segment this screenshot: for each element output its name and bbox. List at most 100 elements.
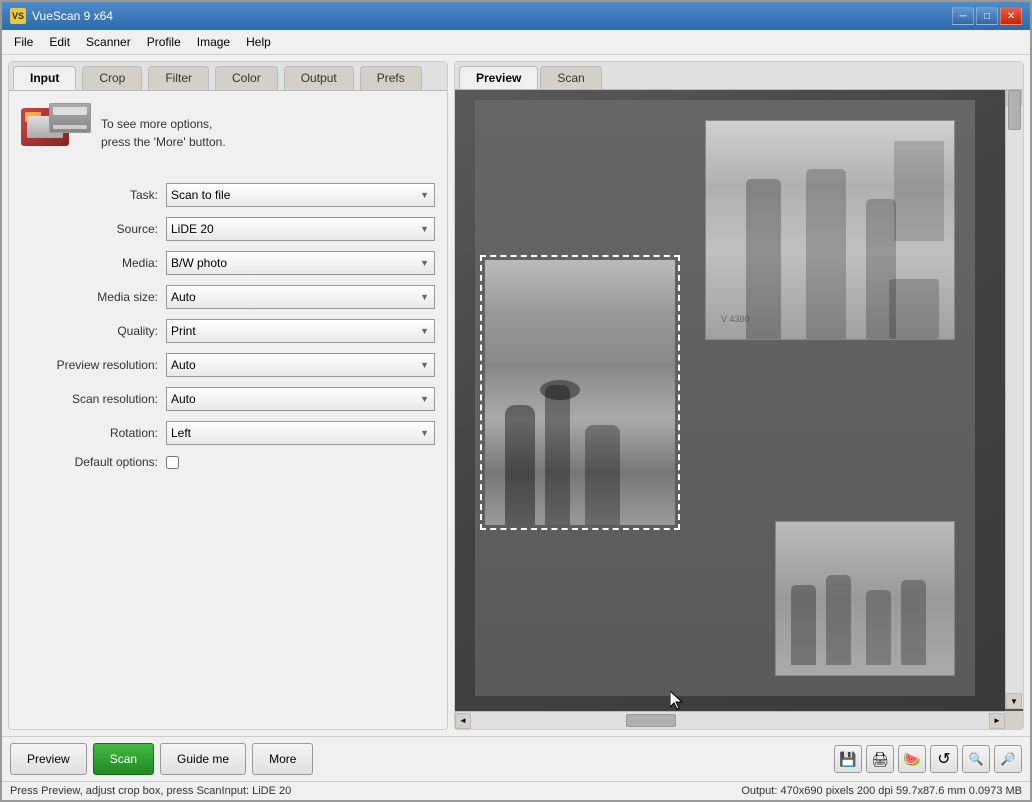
rotate-icon: ↺ — [937, 749, 950, 769]
title-bar: VS VueScan 9 x64 ─ □ ✕ — [2, 2, 1030, 30]
tab-content-input: To see more options,press the 'More' but… — [9, 91, 447, 729]
media-row: Media: B/W photo — [21, 251, 435, 275]
task-select-wrapper: Scan to file — [166, 183, 435, 207]
media-select[interactable]: B/W photo — [166, 251, 435, 275]
preview-area[interactable]: V 4380 — [455, 90, 1023, 729]
toolbar-icons: 💾 🖨 🍉 ↺ 🔍 🔎 — [834, 745, 1022, 773]
vertical-scrollbar[interactable]: ▲ ▼ — [1005, 90, 1023, 709]
menu-file[interactable]: File — [6, 32, 41, 52]
preview-res-select-wrapper: Auto — [166, 353, 435, 377]
zoom-out-icon: 🔍 — [969, 752, 984, 766]
app-icon: VS — [10, 8, 26, 24]
menu-scanner[interactable]: Scanner — [78, 32, 139, 52]
rotate-icon-button[interactable]: ↺ — [930, 745, 958, 773]
color-icon-button[interactable]: 🍉 — [898, 745, 926, 773]
tab-crop[interactable]: Crop — [82, 66, 142, 90]
rotation-select-wrapper: Left — [166, 421, 435, 445]
hint-box: To see more options,press the 'More' but… — [21, 103, 435, 163]
zoom-in-icon: 🔎 — [1001, 752, 1016, 766]
default-options-label: Default options: — [21, 455, 166, 469]
photo3 — [775, 521, 955, 676]
crop-border[interactable] — [480, 255, 680, 530]
scan-bed: V 4380 — [455, 90, 1005, 711]
zoom-out-button[interactable]: 🔍 — [962, 745, 990, 773]
hint-icon — [21, 103, 91, 163]
rotation-row: Rotation: Left — [21, 421, 435, 445]
window-title: VueScan 9 x64 — [32, 9, 952, 23]
horizontal-scrollbar[interactable]: ◄ ► — [455, 711, 1005, 729]
task-row: Task: Scan to file — [21, 183, 435, 207]
tab-prefs[interactable]: Prefs — [360, 66, 422, 90]
preview-tabs: Preview Scan — [455, 62, 1023, 90]
tab-preview[interactable]: Preview — [459, 66, 538, 89]
scan-res-label: Scan resolution: — [21, 392, 166, 406]
more-button[interactable]: More — [252, 743, 313, 775]
preview-button[interactable]: Preview — [10, 743, 87, 775]
preview-res-select[interactable]: Auto — [166, 353, 435, 377]
rotation-label: Rotation: — [21, 426, 166, 440]
zoom-in-button[interactable]: 🔎 — [994, 745, 1022, 773]
scrollbar-corner — [1005, 711, 1023, 729]
maximize-button[interactable]: □ — [976, 7, 998, 25]
left-panel: Input Crop Filter Color Output Prefs — [8, 61, 448, 730]
mediasize-label: Media size: — [21, 290, 166, 304]
scan-res-select-wrapper: Auto — [166, 387, 435, 411]
tab-color[interactable]: Color — [215, 66, 278, 90]
quality-select-wrapper: Print — [166, 319, 435, 343]
right-panel: Preview Scan — [454, 61, 1024, 730]
mediasize-row: Media size: Auto — [21, 285, 435, 309]
tab-scan[interactable]: Scan — [540, 66, 601, 89]
mediasize-select-wrapper: Auto — [166, 285, 435, 309]
menu-profile[interactable]: Profile — [139, 32, 189, 52]
menu-bar: File Edit Scanner Profile Image Help — [2, 30, 1030, 55]
left-tabs: Input Crop Filter Color Output Prefs — [9, 62, 447, 91]
tab-input[interactable]: Input — [13, 66, 76, 90]
media-label: Media: — [21, 256, 166, 270]
source-row: Source: LiDE 20 — [21, 217, 435, 241]
main-window: VS VueScan 9 x64 ─ □ ✕ File Edit Scanner… — [0, 0, 1032, 802]
menu-edit[interactable]: Edit — [41, 32, 78, 52]
quality-select[interactable]: Print — [166, 319, 435, 343]
default-options-row: Default options: — [21, 455, 435, 469]
status-input: Input: LiDE 20 — [222, 785, 292, 797]
default-options-checkbox[interactable] — [166, 456, 179, 469]
guide-button[interactable]: Guide me — [160, 743, 246, 775]
scan-button[interactable]: Scan — [93, 743, 154, 775]
minimize-button[interactable]: ─ — [952, 7, 974, 25]
status-bar: Press Preview, adjust crop box, press Sc… — [2, 781, 1030, 800]
task-select[interactable]: Scan to file — [166, 183, 435, 207]
photo2: V 4380 — [705, 120, 955, 340]
scan-page: V 4380 — [475, 100, 975, 696]
scrollbar-thumb-horizontal[interactable] — [626, 714, 676, 727]
status-right: Output: 470x690 pixels 200 dpi 59.7x87.6… — [741, 785, 1022, 797]
print-icon-button[interactable]: 🖨 — [866, 745, 894, 773]
quality-row: Quality: Print — [21, 319, 435, 343]
close-button[interactable]: ✕ — [1000, 7, 1022, 25]
scan-res-row: Scan resolution: Auto — [21, 387, 435, 411]
bottom-bar: Preview Scan Guide me More 💾 🖨 🍉 ↺ 🔍 — [2, 736, 1030, 781]
quality-label: Quality: — [21, 324, 166, 338]
color-adjust-icon: 🍉 — [903, 751, 920, 768]
rotation-select[interactable]: Left — [166, 421, 435, 445]
window-controls: ─ □ ✕ — [952, 7, 1022, 25]
print-icon: 🖨 — [871, 751, 889, 768]
main-area: Input Crop Filter Color Output Prefs — [2, 55, 1030, 736]
preview-res-label: Preview resolution: — [21, 358, 166, 372]
tab-output[interactable]: Output — [284, 66, 354, 90]
source-select[interactable]: LiDE 20 — [166, 217, 435, 241]
media-select-wrapper: B/W photo — [166, 251, 435, 275]
tab-filter[interactable]: Filter — [148, 66, 209, 90]
source-select-wrapper: LiDE 20 — [166, 217, 435, 241]
save-icon: 💾 — [839, 751, 856, 768]
menu-image[interactable]: Image — [189, 32, 238, 52]
scrollbar-thumb-vertical[interactable] — [1008, 90, 1021, 130]
preview-res-row: Preview resolution: Auto — [21, 353, 435, 377]
task-label: Task: — [21, 188, 166, 202]
mediasize-select[interactable]: Auto — [166, 285, 435, 309]
scan-res-select[interactable]: Auto — [166, 387, 435, 411]
save-icon-button[interactable]: 💾 — [834, 745, 862, 773]
menu-help[interactable]: Help — [238, 32, 279, 52]
source-label: Source: — [21, 222, 166, 236]
status-left: Press Preview, adjust crop box, press Sc… — [10, 785, 222, 797]
hint-text: To see more options,press the 'More' but… — [101, 115, 226, 151]
